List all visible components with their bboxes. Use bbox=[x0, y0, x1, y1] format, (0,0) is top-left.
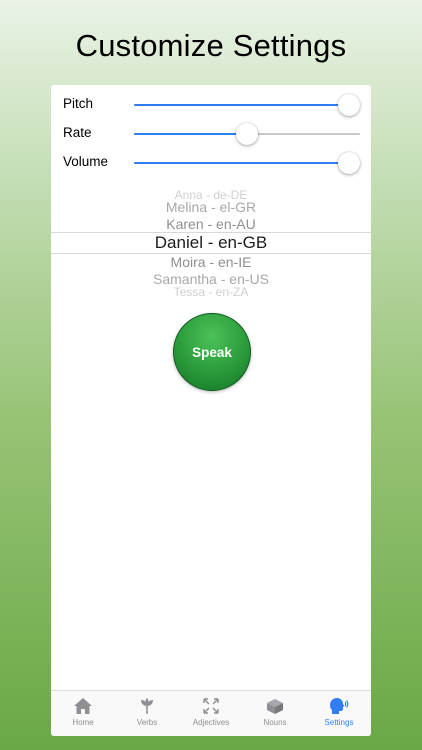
voice-option[interactable]: Karen - en-AU bbox=[51, 216, 371, 232]
tab-label: Nouns bbox=[263, 718, 287, 727]
tab-label: Verbs bbox=[136, 718, 158, 727]
home-icon bbox=[74, 698, 92, 714]
settings-panel: Pitch Rate Volume Anna - de-DE Melina - … bbox=[51, 85, 371, 736]
pitch-label: Pitch bbox=[63, 96, 94, 111]
volume-slider-row: Volume bbox=[51, 149, 371, 177]
tab-verbs[interactable]: Verbs bbox=[115, 691, 179, 736]
voice-option-selected[interactable]: Daniel - en-GB bbox=[51, 233, 371, 253]
tab-label: Adjectives bbox=[192, 718, 230, 727]
pitch-slider-fill bbox=[134, 104, 349, 106]
tab-settings[interactable]: Settings bbox=[307, 691, 371, 736]
box-icon bbox=[267, 699, 283, 714]
volume-slider-thumb[interactable] bbox=[337, 152, 360, 174]
voice-picker[interactable]: Anna - de-DE Melina - el-GR Karen - en-A… bbox=[51, 185, 371, 299]
expand-arrows-icon bbox=[203, 698, 219, 714]
voice-option[interactable]: Moira - en-IE bbox=[51, 254, 371, 270]
plant-icon bbox=[141, 698, 153, 714]
volume-slider-fill bbox=[134, 162, 349, 164]
volume-label: Volume bbox=[63, 154, 109, 169]
rate-slider-row: Rate bbox=[51, 120, 371, 148]
speak-button[interactable]: Speak bbox=[173, 313, 251, 391]
volume-slider[interactable] bbox=[134, 152, 360, 174]
tab-home[interactable]: Home bbox=[51, 691, 115, 736]
tab-label: Settings bbox=[324, 718, 354, 727]
tab-bar: Home Verbs Adjectives Nouns Settings bbox=[51, 690, 371, 736]
speaking-head-icon bbox=[330, 698, 349, 714]
pitch-slider-row: Pitch bbox=[51, 91, 371, 119]
tab-label: Home bbox=[72, 718, 94, 727]
tab-nouns[interactable]: Nouns bbox=[243, 691, 307, 736]
rate-slider-fill bbox=[134, 133, 247, 135]
pitch-slider[interactable] bbox=[134, 94, 360, 116]
tab-adjectives[interactable]: Adjectives bbox=[179, 691, 243, 736]
rate-label: Rate bbox=[63, 125, 92, 140]
rate-slider-thumb[interactable] bbox=[236, 123, 258, 145]
voice-option[interactable]: Tessa - en-ZA bbox=[51, 285, 371, 299]
page-title: Customize Settings bbox=[75, 28, 347, 63]
rate-slider[interactable] bbox=[134, 123, 360, 145]
pitch-slider-thumb[interactable] bbox=[337, 94, 360, 116]
voice-option[interactable]: Melina - el-GR bbox=[51, 199, 371, 215]
